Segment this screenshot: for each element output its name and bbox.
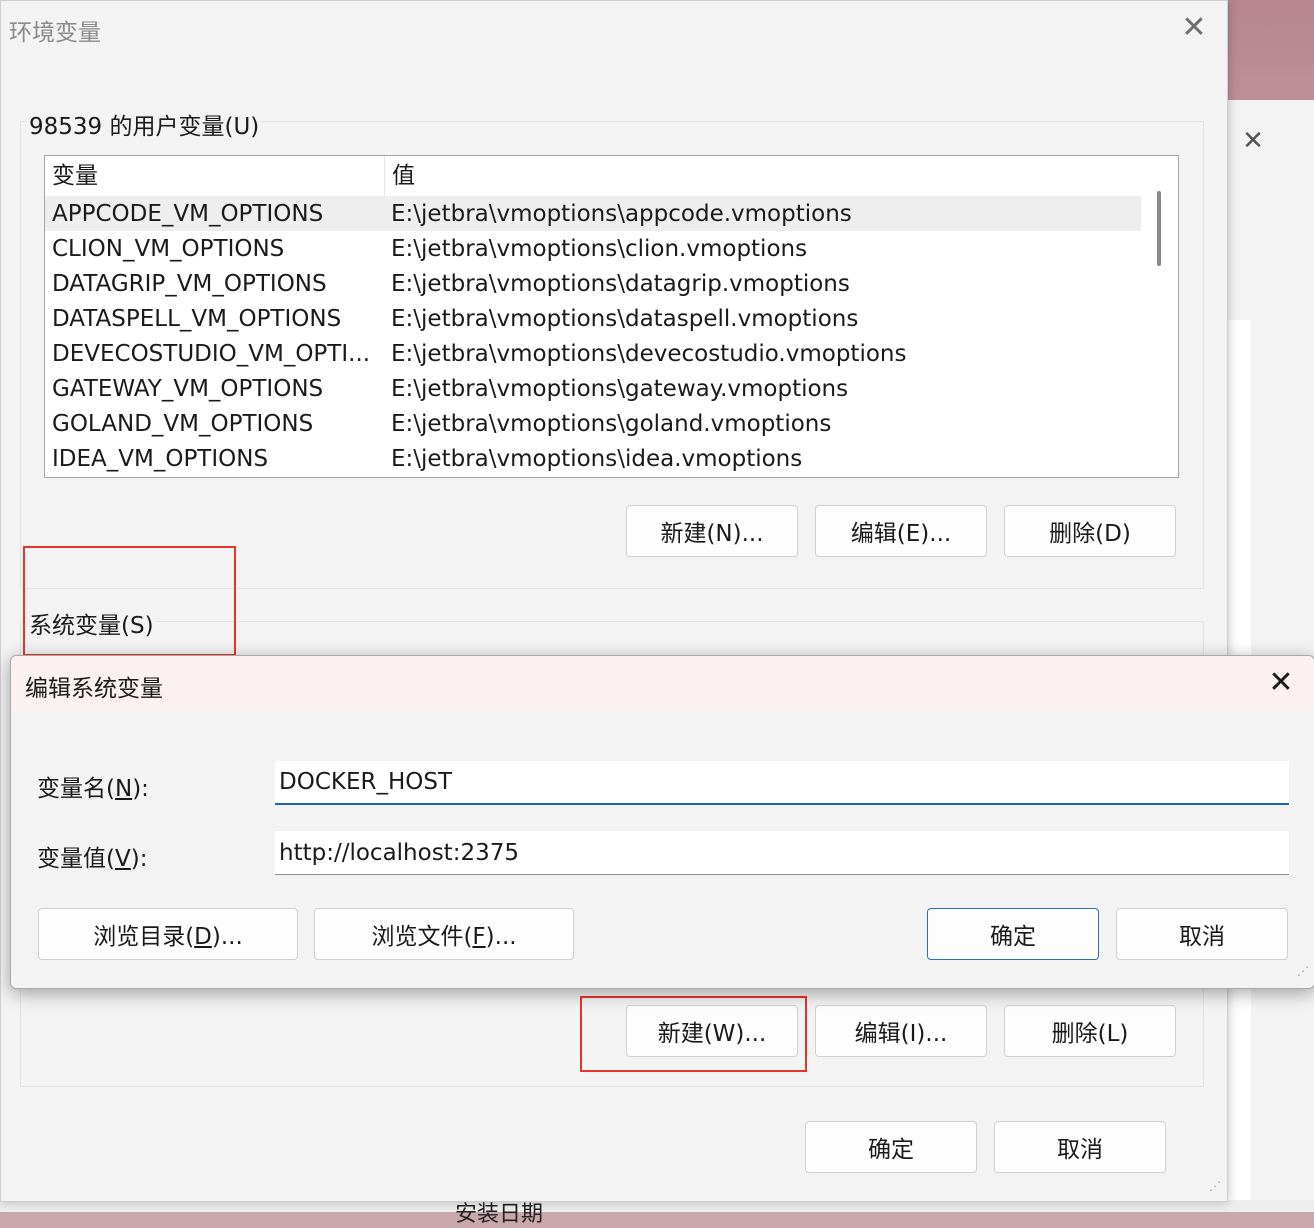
table-row[interactable]: IDEA_VM_OPTIONS E:\jetbra\vmoptions\idea.… [45, 441, 1141, 476]
variable-value-cell: E:\jetbra\vmoptions\gateway.vmoptions [391, 375, 849, 402]
table-row[interactable]: GOLAND_VM_OPTIONS E:\jetbra\vmoptions\gol… [45, 406, 1141, 441]
scrollbar-thumb[interactable] [1157, 191, 1161, 266]
variable-value-cell: E:\jetbra\vmoptions\goland.vmoptions [391, 410, 832, 437]
variable-name-cell: GOLAND_VM_OPTIONS [52, 410, 314, 437]
list-rows: APPCODE_VM_OPTIONS E:\jetbra\vmoptions\ap… [45, 196, 1141, 476]
variable-value-label: 变量值(V): [37, 846, 148, 872]
highlight-system-variables [23, 546, 236, 656]
close-icon[interactable]: ✕ [1179, 13, 1209, 43]
table-row[interactable]: DATASPELL_VM_OPTIONS E:\jetbra\vmoptions\… [45, 301, 1141, 336]
dialog-resize-grip-icon[interactable]: ⋰ [1297, 964, 1309, 978]
dialog-titlebar: 编辑系统变量 ✕ [11, 656, 1314, 712]
variable-name-cell: APPCODE_VM_OPTIONS [52, 200, 324, 227]
dialog-ok-button[interactable]: 确定 [927, 908, 1099, 960]
variable-value-cell: E:\jetbra\vmoptions\idea.vmoptions [391, 445, 803, 472]
table-row[interactable]: APPCODE_VM_OPTIONS E:\jetbra\vmoptions\ap… [45, 196, 1141, 231]
user-variables-label: 98539 的用户变量(U) [27, 107, 262, 141]
variable-name-input[interactable] [275, 761, 1289, 805]
browse-file-button[interactable]: 浏览文件(F)... [314, 908, 574, 960]
column-header-variable[interactable]: 变量 [45, 156, 385, 196]
dialog-title: 编辑系统变量 [25, 676, 163, 702]
ok-button[interactable]: 确定 [805, 1121, 977, 1173]
variable-name-cell: CLION_VM_OPTIONS [52, 235, 285, 262]
cancel-button[interactable]: 取消 [994, 1121, 1166, 1173]
user-new-button[interactable]: 新建(N)... [626, 505, 798, 557]
system-edit-button[interactable]: 编辑(I)... [815, 1005, 987, 1057]
system-delete-button[interactable]: 删除(L) [1004, 1005, 1176, 1057]
variable-value-cell: E:\jetbra\vmoptions\datagrip.vmoptions [391, 270, 850, 297]
resize-grip-icon[interactable]: ⋰ [1209, 1179, 1221, 1193]
variable-name-cell: DATASPELL_VM_OPTIONS [52, 305, 342, 332]
window-title: 环境变量 [9, 20, 101, 46]
variable-value-cell: E:\jetbra\vmoptions\dataspell.vmoptions [391, 305, 859, 332]
dialog-cancel-button[interactable]: 取消 [1116, 908, 1288, 960]
table-row[interactable]: DATAGRIP_VM_OPTIONS E:\jetbra\vmoptions\d… [45, 266, 1141, 301]
variable-value-cell: E:\jetbra\vmoptions\devecostudio.vmoptio… [391, 340, 907, 367]
variable-name-cell: DATAGRIP_VM_OPTIONS [52, 270, 327, 297]
edit-system-variable-dialog: 编辑系统变量 ✕ 变量名(N): 变量值(V): 浏览目录(D)... 浏览文件… [10, 655, 1314, 989]
variable-name-label: 变量名(N): [37, 776, 149, 802]
highlight-new-button [580, 996, 807, 1072]
user-delete-button[interactable]: 删除(D) [1004, 505, 1176, 557]
variable-name-cell: IDEA_VM_OPTIONS [52, 445, 269, 472]
column-header-value[interactable]: 值 [385, 156, 1141, 196]
dialog-close-icon[interactable]: ✕ [1266, 668, 1296, 698]
variable-name-cell: GATEWAY_VM_OPTIONS [52, 375, 324, 402]
variable-value-cell: E:\jetbra\vmoptions\clion.vmoptions [391, 235, 808, 262]
browse-directory-button[interactable]: 浏览目录(D)... [38, 908, 298, 960]
user-edit-button[interactable]: 编辑(E)... [815, 505, 987, 557]
variable-value-cell: E:\jetbra\vmoptions\appcode.vmoptions [391, 200, 852, 227]
table-row[interactable]: CLION_VM_OPTIONS E:\jetbra\vmoptions\clio… [45, 231, 1141, 266]
variable-value-input[interactable] [275, 831, 1289, 875]
list-header: 变量 值 [45, 156, 1141, 196]
variable-name-cell: DEVECOSTUDIO_VM_OPTI... [52, 340, 371, 367]
table-row[interactable]: GATEWAY_VM_OPTIONS E:\jetbra\vmoptions\ga… [45, 371, 1141, 406]
user-variables-list[interactable]: 变量 值 APPCODE_VM_OPTIONS E:\jetbra\vmoptio… [44, 155, 1179, 478]
table-row[interactable]: DEVECOSTUDIO_VM_OPTI... E:\jetbra\vmoptio… [45, 336, 1141, 371]
window-titlebar: 环境变量 ✕ [1, 1, 1227, 59]
background-window-close-icon[interactable]: ✕ [1240, 128, 1266, 154]
